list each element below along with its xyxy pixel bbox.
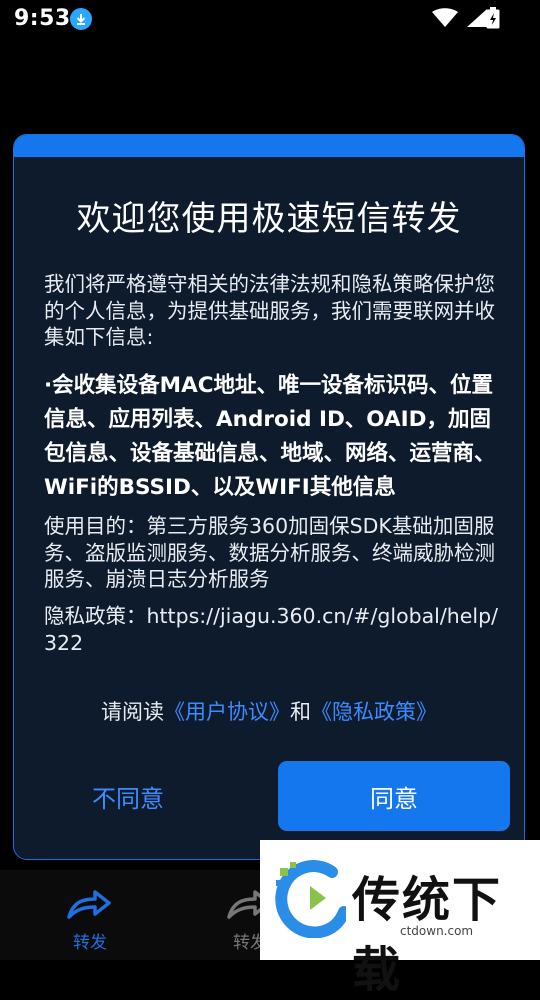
system-icons xyxy=(432,8,488,28)
wifi-icon xyxy=(432,8,458,27)
dialog-title: 欢迎您使用极速短信转发 xyxy=(76,199,462,239)
privacy-policy-url: 隐私政策：https://jiagu.360.cn/#/global/help/… xyxy=(44,604,499,655)
signal-icon xyxy=(467,9,487,27)
disagree-button[interactable]: 不同意 xyxy=(92,779,164,814)
watermark-url: ctdown.com xyxy=(400,924,474,938)
read-agreements-line: 请阅读《用户协议》和《隐私政策》 xyxy=(14,696,524,726)
privacy-dialog: 欢迎您使用极速短信转发 我们将严格遵守相关的法律法规和隐私策略保护您的个人信息，… xyxy=(13,134,525,860)
watermark-logo-icon xyxy=(275,860,346,938)
dialog-header-bar xyxy=(14,135,524,157)
forward-icon xyxy=(67,890,111,919)
read-prefix: 请阅读 xyxy=(101,700,164,724)
collected-info-paragraph: ·会收集设备MAC地址、唯一设备标识码、位置信息、应用列表、Android ID… xyxy=(44,373,496,500)
nav-item-forward[interactable]: 转发 xyxy=(50,890,130,953)
and-text: 和 xyxy=(290,700,311,724)
battery-icon xyxy=(486,7,500,33)
agree-button[interactable]: 同意 xyxy=(278,761,510,831)
user-agreement-link[interactable]: 《用户协议》 xyxy=(164,700,290,724)
privacy-policy-link[interactable]: 《隐私政策》 xyxy=(311,700,437,724)
intro-paragraph: 我们将严格遵守相关的法律法规和隐私策略保护您的个人信息，为提供基础服务，我们需要… xyxy=(44,272,495,349)
purpose-paragraph: 使用目的：第三方服务360加固保SDK基础加固服务、盗版监测服务、数据分析服务、… xyxy=(44,514,495,591)
download-icon xyxy=(70,8,92,30)
status-bar: 9:53 xyxy=(0,0,540,38)
watermark: 传统下载 ctdown.com xyxy=(260,840,540,998)
nav-label: 转发 xyxy=(73,933,107,953)
status-time: 9:53 xyxy=(14,6,71,31)
